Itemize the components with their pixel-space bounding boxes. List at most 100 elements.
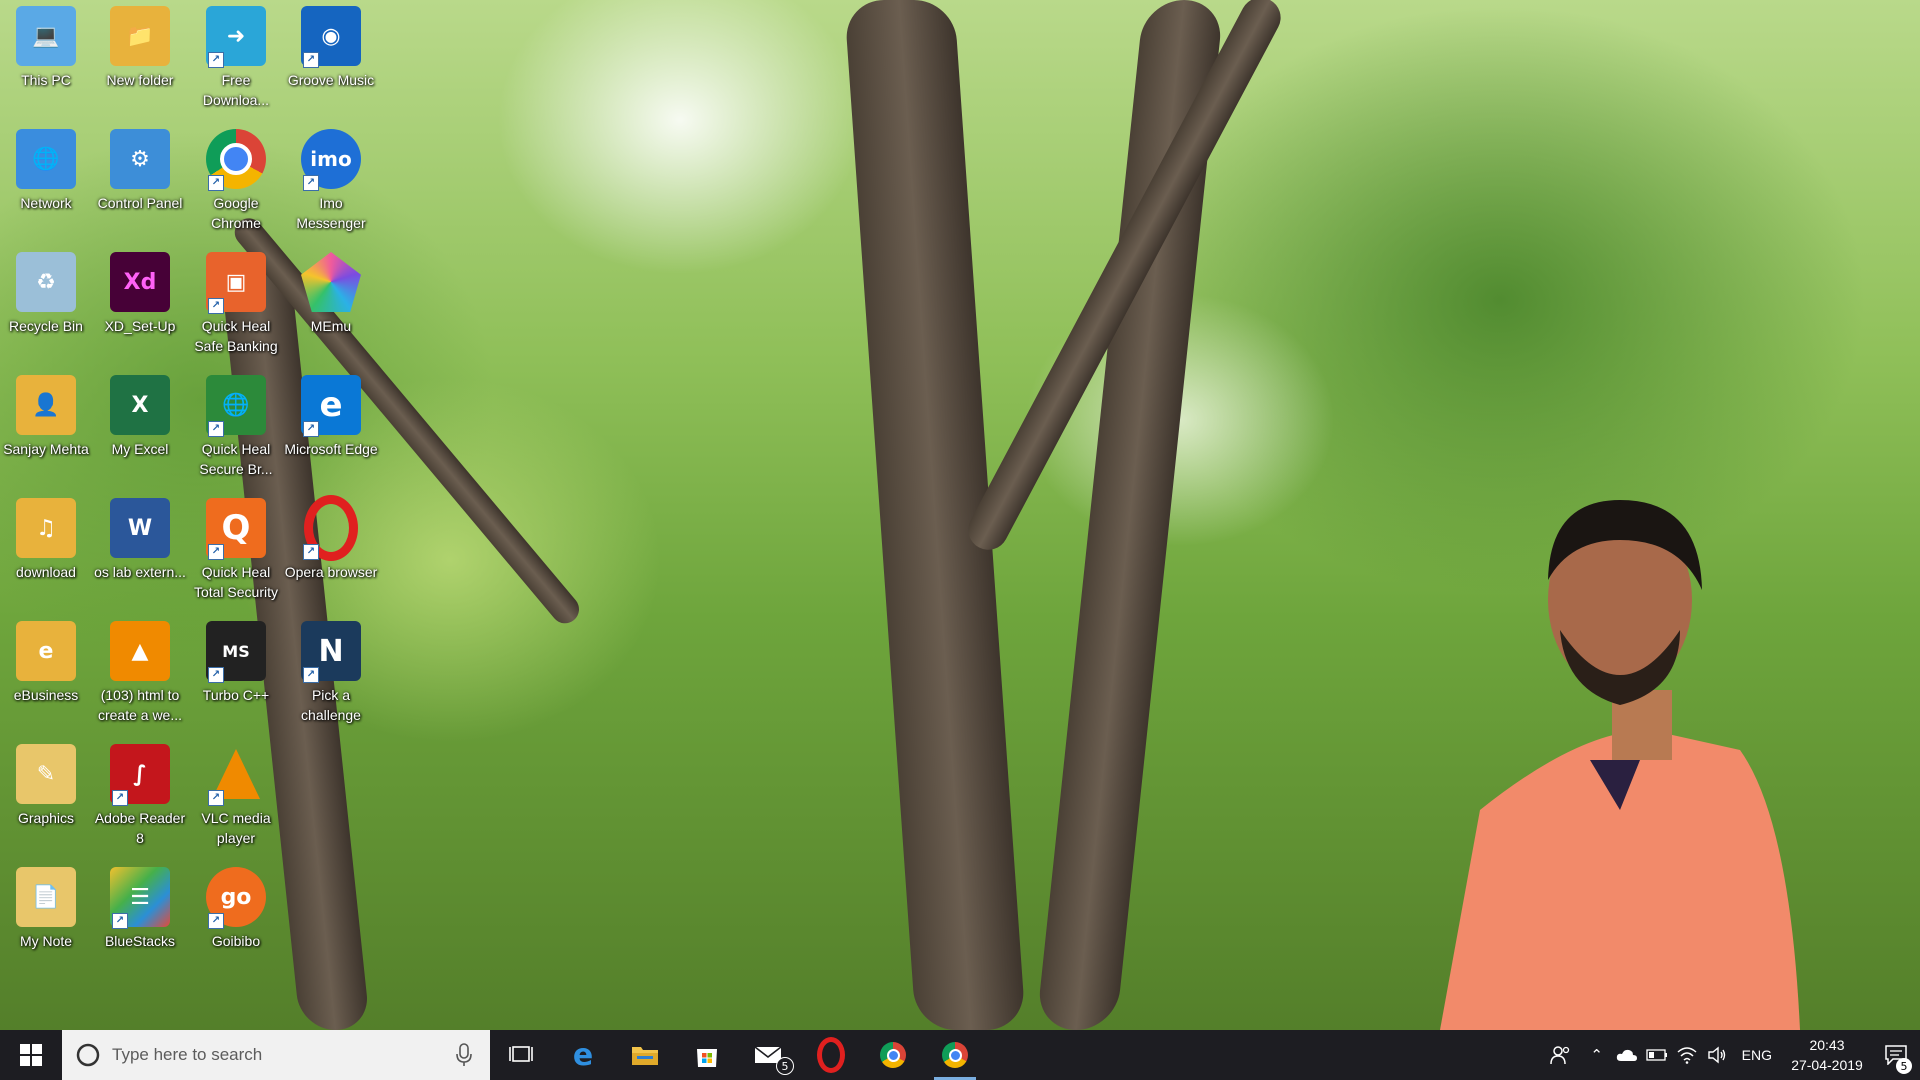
shortcut-arrow-icon: ↗ xyxy=(208,790,224,806)
task-view-button[interactable] xyxy=(490,1030,552,1080)
desktop-icon-label: Quick Heal Total Security xyxy=(193,564,279,600)
show-hidden-icons-button[interactable]: ⌃ xyxy=(1582,1030,1612,1080)
desktop-icon-vlc-media-player[interactable]: ↗ VLC media player xyxy=(190,738,282,858)
onedrive-button[interactable] xyxy=(1612,1030,1642,1080)
desktop-icon-graphics[interactable]: ✎ Graphics xyxy=(0,738,92,858)
desktop-icon-google-chrome[interactable]: ↗ Google Chrome xyxy=(190,123,282,243)
vlc-icon: ↗ xyxy=(206,744,266,806)
microphone-icon[interactable] xyxy=(454,1043,474,1067)
shortcut-arrow-icon: ↗ xyxy=(208,421,224,437)
desktop-icon-my-note[interactable]: 📄 My Note xyxy=(0,861,92,981)
bluestacks-icon: ☰ ↗ xyxy=(110,867,170,929)
taskbar-app-store[interactable] xyxy=(676,1030,738,1080)
taskbar-app-mail[interactable]: 5 xyxy=(738,1030,800,1080)
battery-button[interactable] xyxy=(1642,1030,1672,1080)
taskbar-app-file-explorer[interactable] xyxy=(614,1030,676,1080)
desktop-icon-microsoft-edge[interactable]: e ↗ Microsoft Edge xyxy=(284,369,378,489)
desktop-icon-download[interactable]: ♫ download xyxy=(0,492,92,612)
shortcut-arrow-icon: ↗ xyxy=(208,298,224,314)
shortcut-arrow-icon: ↗ xyxy=(303,52,319,68)
desktop-icon-label: Google Chrome xyxy=(211,195,261,231)
taskbar-app-chrome-active[interactable] xyxy=(924,1030,986,1080)
desktop-icon-network[interactable]: 🌐 Network xyxy=(0,123,92,243)
clock-time: 20:43 xyxy=(1809,1037,1845,1053)
opera-icon xyxy=(817,1037,845,1073)
wifi-button[interactable] xyxy=(1672,1030,1702,1080)
desktop-icon-memu[interactable]: MEmu xyxy=(285,246,377,366)
desktop-icon-sanjay-mehta[interactable]: 👤 Sanjay Mehta xyxy=(0,369,92,489)
desktop-icon-label: eBusiness xyxy=(13,687,79,703)
desktop-icon-this-pc[interactable]: 💻 This PC xyxy=(0,0,92,120)
folder-icon: 📁 xyxy=(110,6,170,66)
desktop-icon-label: Recycle Bin xyxy=(9,318,83,334)
desktop-icon-turbo-cpp[interactable]: MS ↗ Turbo C++ xyxy=(190,615,282,735)
pick-a-challenge-icon: N ↗ xyxy=(301,621,361,683)
desktop-icon-opera-browser[interactable]: ↗ Opera browser xyxy=(285,492,377,612)
desktop-icon-quick-heal-total-security[interactable]: Q ↗ Quick Heal Total Security xyxy=(190,492,282,612)
people-button[interactable] xyxy=(1538,1030,1582,1080)
desktop-icon-label: (103) html to create a we... xyxy=(97,687,183,723)
desktop-icon-label: My Excel xyxy=(111,441,169,457)
action-center-button[interactable]: 5 xyxy=(1872,1030,1920,1080)
desktop-icon-os-lab[interactable]: W os lab extern... xyxy=(94,492,186,612)
edge-icon: e ↗ xyxy=(301,375,361,437)
desktop-icon-xd-setup[interactable]: Xd XD_Set-Up xyxy=(94,246,186,366)
memu-icon xyxy=(301,252,361,312)
desktop-icon-label: This PC xyxy=(21,72,71,88)
desktop-icon-label: Adobe Reader 8 xyxy=(94,810,186,846)
desktop-icon-label: os lab extern... xyxy=(94,564,186,580)
desktop-icon-label: MEmu xyxy=(310,318,352,334)
desktop-icon-quick-heal-secure-browser[interactable]: 🌐 ↗ Quick Heal Secure Br... xyxy=(190,369,282,489)
desktop-icon-control-panel[interactable]: ⚙ Control Panel xyxy=(94,123,186,243)
desktop-icon-label: My Note xyxy=(19,933,73,949)
system-tray: ⌃ ENG 20:43 27-04-2019 5 xyxy=(1538,1030,1920,1080)
quick-heal-secure-browser-icon: 🌐 ↗ xyxy=(206,375,266,437)
taskbar-app-opera[interactable] xyxy=(800,1030,862,1080)
desktop-icon-ebusiness[interactable]: e eBusiness xyxy=(0,615,92,735)
taskbar-app-chrome[interactable] xyxy=(862,1030,924,1080)
desktop-icon-label: Graphics xyxy=(17,810,75,826)
shortcut-arrow-icon: ↗ xyxy=(208,175,224,191)
desktop-icon-adobe-reader[interactable]: ∫ ↗ Adobe Reader 8 xyxy=(94,738,186,858)
notification-badge: 5 xyxy=(1896,1058,1912,1074)
desktop-icon-my-excel[interactable]: X My Excel xyxy=(94,369,186,489)
start-button[interactable] xyxy=(0,1030,62,1080)
shortcut-arrow-icon: ↗ xyxy=(303,667,319,683)
desktop-icon-recycle-bin[interactable]: ♻ Recycle Bin xyxy=(0,246,92,366)
desktop-icon-pick-a-challenge[interactable]: N ↗ Pick a challenge xyxy=(285,615,377,735)
desktop-icon-label: Turbo C++ xyxy=(202,687,270,703)
desktop-icon-goibibo[interactable]: go ↗ Goibibo xyxy=(190,861,282,981)
adobe-reader-icon: ∫ ↗ xyxy=(110,744,170,806)
desktop-icon-label: Sanjay Mehta xyxy=(3,441,89,457)
desktop-icon-bluestacks[interactable]: ☰ ↗ BlueStacks xyxy=(94,861,186,981)
desktop-icon-free-download-manager[interactable]: ➜ ↗ Free Downloa... xyxy=(190,0,282,120)
people-icon xyxy=(1549,1046,1569,1065)
desktop-icon-groove-music[interactable]: ◉ ↗ Groove Music xyxy=(285,0,377,120)
chrome-icon xyxy=(942,1042,968,1068)
desktop-icon-label: Quick Heal Safe Banking xyxy=(194,318,278,354)
graphics-folder-icon: ✎ xyxy=(16,744,76,804)
desktop-icon-html-video[interactable]: ▲ (103) html to create a we... xyxy=(94,615,186,735)
desktop-icon-imo-messenger[interactable]: imo ↗ Imo Messenger xyxy=(285,123,377,243)
recycle-bin-icon: ♻ xyxy=(16,252,76,312)
desktop-icon-label: Goibibo xyxy=(211,933,261,949)
clock[interactable]: 20:43 27-04-2019 xyxy=(1782,1035,1872,1075)
network-icon: 🌐 xyxy=(16,129,76,189)
windows-logo-icon xyxy=(20,1044,42,1066)
shortcut-arrow-icon: ↗ xyxy=(303,421,319,437)
folder-icon xyxy=(632,1047,658,1065)
desktop-icon-label: VLC media player xyxy=(201,810,271,846)
store-icon xyxy=(697,1049,717,1067)
desktop-icon-new-folder[interactable]: 📁 New folder xyxy=(94,0,186,120)
desktop-icon-quick-heal-safe-banking[interactable]: ▣ ↗ Quick Heal Safe Banking xyxy=(190,246,282,366)
volume-button[interactable] xyxy=(1702,1030,1732,1080)
quick-heal-total-security-icon: Q ↗ xyxy=(206,498,266,560)
desktop-icon-label: Control Panel xyxy=(97,195,183,211)
taskbar-search-box[interactable]: Type here to search xyxy=(62,1030,490,1080)
excel-icon: X xyxy=(110,375,170,435)
shortcut-arrow-icon: ↗ xyxy=(112,790,128,806)
control-panel-icon: ⚙ xyxy=(110,129,170,189)
taskbar-app-edge[interactable]: e xyxy=(552,1030,614,1080)
input-language[interactable]: ENG xyxy=(1742,1047,1772,1063)
task-view-icon xyxy=(509,1046,533,1062)
